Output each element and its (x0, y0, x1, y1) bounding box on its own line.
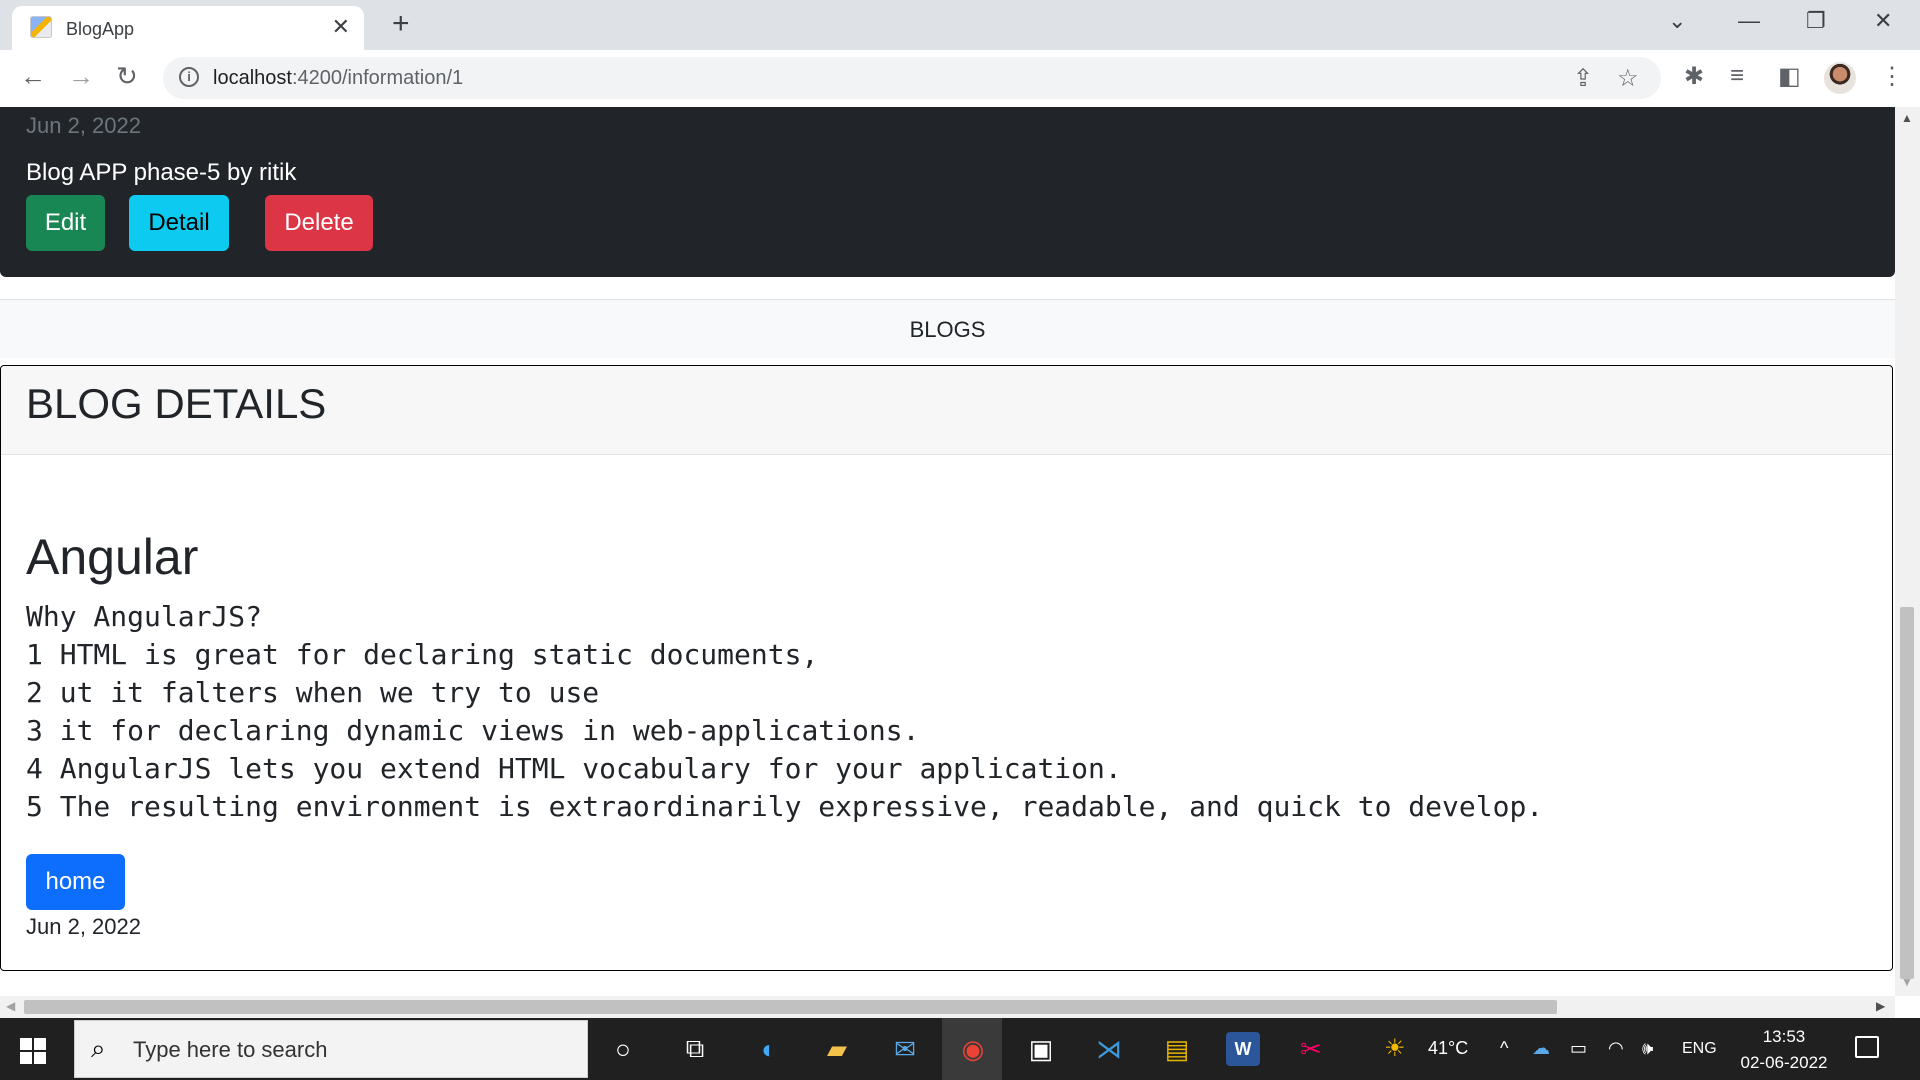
blog-card-date: Jun 2, 2022 (26, 113, 141, 138)
system-clock[interactable]: 13:53 02-06-2022 (1734, 1024, 1834, 1076)
edit-button[interactable]: Edit (26, 195, 105, 251)
vertical-scroll-thumb[interactable] (1900, 607, 1914, 979)
back-icon[interactable]: ← (20, 61, 46, 92)
tab-search-chevron-icon[interactable]: ⌄ (1668, 8, 1686, 34)
post-line: Why AngularJS? (26, 600, 263, 633)
clock-time: 13:53 (1762, 1027, 1806, 1046)
onedrive-icon[interactable]: ☁ (1532, 1038, 1550, 1059)
post-title: Angular (26, 529, 199, 585)
scroll-up-icon[interactable]: ▲ (1901, 111, 1913, 125)
chrome-menu-icon[interactable]: ⋮ (1880, 62, 1904, 91)
weather-temperature[interactable]: 41°C (1428, 1038, 1468, 1059)
side-panel-icon[interactable]: ◧ (1778, 62, 1801, 91)
restore-icon[interactable]: ❐ (1806, 8, 1826, 34)
horizontal-scrollbar[interactable]: ◀ ▶ (0, 996, 1895, 1018)
detail-button[interactable]: Detail (129, 195, 229, 251)
blogs-nav-link[interactable]: BLOGS (0, 317, 1895, 343)
edge-icon[interactable]: ◐ (752, 1032, 786, 1066)
terminal-icon[interactable]: ▣ (1024, 1032, 1058, 1066)
vscode-icon[interactable]: ⋊ (1092, 1032, 1126, 1066)
profile-avatar[interactable] (1824, 62, 1856, 94)
windows-taskbar: ⌕ Type here to search ○ ⧉ ◐ ▰ ✉ ◉ ▣ ⋊ ▤ … (0, 1018, 1920, 1080)
bookmark-star-icon[interactable]: ☆ (1617, 64, 1639, 93)
clock-date: 02-06-2022 (1740, 1053, 1828, 1072)
browser-tab-strip: BlogApp ✕ + ⌄ — ❐ ✕ (0, 0, 1920, 50)
post-body: Why AngularJS? 1 HTML is great for declar… (26, 598, 1543, 826)
tab-title: BlogApp (66, 19, 135, 39)
battery-icon[interactable]: ▭ (1570, 1038, 1587, 1059)
blog-card-text: Blog APP phase-5 by ritik (26, 159, 297, 186)
chrome-icon[interactable]: ◉ (956, 1032, 990, 1066)
show-hidden-icons-chevron-icon[interactable]: ^ (1500, 1038, 1508, 1059)
divider (0, 277, 1895, 300)
windows-start-icon[interactable] (20, 1038, 46, 1064)
scroll-right-icon[interactable]: ▶ (1876, 999, 1885, 1013)
blog-list-card: Jun 2, 2022 Blog APP phase-5 by ritik Ed… (0, 107, 1895, 277)
word-icon[interactable]: W (1226, 1032, 1260, 1066)
horizontal-scroll-thumb[interactable] (24, 1000, 1557, 1014)
cortana-icon[interactable]: ○ (606, 1032, 640, 1066)
url-host: localhost (213, 67, 292, 89)
extensions-puzzle-icon[interactable]: ✱ (1684, 62, 1704, 91)
delete-button[interactable]: Delete (265, 195, 373, 251)
minimize-icon[interactable]: — (1738, 8, 1760, 34)
url-path: :4200/information/1 (291, 67, 464, 89)
post-date: Jun 2, 2022 (26, 914, 141, 939)
notification-center-icon[interactable] (1855, 1036, 1879, 1058)
search-icon: ⌕ (91, 1033, 106, 1063)
mail-icon[interactable]: ✉ (888, 1032, 922, 1066)
taskbar-search-placeholder: Type here to search (133, 1037, 328, 1062)
reload-icon[interactable]: ↻ (116, 61, 138, 92)
home-button[interactable]: home (26, 854, 125, 910)
site-info-icon[interactable]: i (179, 67, 199, 87)
close-tab-icon[interactable]: ✕ (332, 14, 350, 40)
url-text[interactable]: localhost:4200/information/1 (213, 67, 463, 90)
blogapp-favicon-icon (30, 16, 52, 38)
task-view-icon[interactable]: ⧉ (678, 1032, 712, 1066)
volume-icon[interactable]: 🕪 (1642, 1038, 1653, 1059)
blog-details-heading: BLOG DETAILS (26, 380, 327, 427)
scroll-down-icon[interactable]: ▼ (1901, 975, 1913, 989)
blog-details-card: BLOG DETAILS Angular Why AngularJS? 1 HTM… (0, 365, 1893, 971)
archive-icon[interactable]: ▤ (1160, 1032, 1194, 1066)
share-icon[interactable]: ⇪ (1573, 64, 1593, 93)
address-bar[interactable]: i localhost:4200/information/1 ⇪ ☆ (163, 57, 1661, 99)
snipping-tool-icon[interactable]: ✂ (1294, 1032, 1328, 1066)
language-indicator[interactable]: ENG (1682, 1040, 1717, 1058)
post-line: 1 HTML is great for declaring static doc… (26, 638, 819, 671)
post-line: 4 AngularJS lets you extend HTML vocabul… (26, 752, 1122, 785)
post-line: 3 it for declaring dynamic views in web-… (26, 714, 920, 747)
page-viewport: Jun 2, 2022 Blog APP phase-5 by ritik Ed… (0, 107, 1895, 996)
close-window-icon[interactable]: ✕ (1874, 8, 1892, 34)
browser-toolbar: ← → ↻ i localhost:4200/information/1 ⇪ ☆… (0, 50, 1920, 108)
post-line: 2 ut it falters when we try to use (26, 676, 600, 709)
media-control-icon[interactable]: ≡ (1730, 62, 1744, 90)
taskbar-search-box[interactable]: ⌕ Type here to search (74, 1020, 588, 1078)
wifi-icon[interactable]: ◠ (1608, 1038, 1624, 1059)
weather-icon[interactable]: ☀ (1384, 1034, 1406, 1063)
tab-blogapp[interactable]: BlogApp ✕ (12, 6, 364, 50)
blogs-nav-bar: BLOGS (0, 300, 1895, 358)
post-line: 5 The resulting environment is extraordi… (26, 790, 1544, 823)
scroll-left-icon[interactable]: ◀ (6, 999, 15, 1013)
new-tab-icon[interactable]: + (392, 8, 410, 40)
vertical-scrollbar[interactable]: ▲ ▼ (1895, 107, 1920, 996)
file-explorer-icon[interactable]: ▰ (820, 1032, 854, 1066)
forward-icon[interactable]: → (68, 61, 94, 92)
blog-details-header: BLOG DETAILS (1, 366, 1892, 455)
